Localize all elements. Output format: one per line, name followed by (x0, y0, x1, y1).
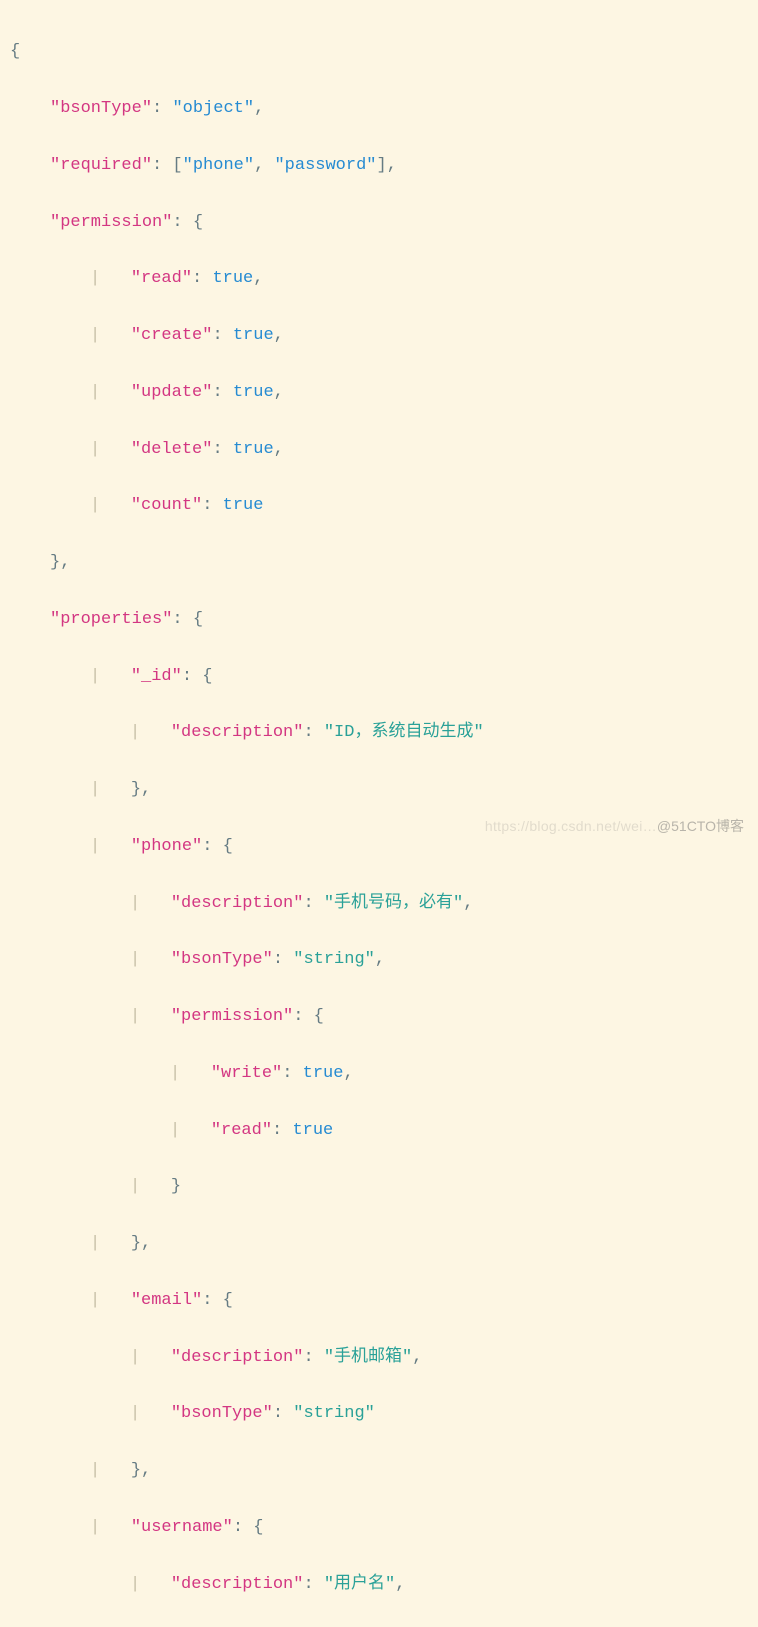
code-line: | "email": { (10, 1287, 748, 1315)
code-line: | "update": true, (10, 379, 748, 407)
code-line: | "username": { (10, 1514, 748, 1542)
code-line: | }, (10, 1457, 748, 1485)
code-line: "required": ["phone", "password"], (10, 152, 748, 180)
code-line: { (10, 38, 748, 66)
code-line: | "read": true (10, 1117, 748, 1145)
code-line: | "_id": { (10, 663, 748, 691)
code-line: | "description": "ID，系统自动生成" (10, 719, 748, 747)
code-line: | "read": true, (10, 265, 748, 293)
code-line: }, (10, 549, 748, 577)
code-line: | "delete": true, (10, 436, 748, 464)
code-line: | "description": "手机邮箱", (10, 1344, 748, 1372)
code-line: | "phone": { (10, 833, 748, 861)
code-line: "bsonType": "object", (10, 95, 748, 123)
code-line: | }, (10, 776, 748, 804)
code-line: | "bsonType": "string", (10, 946, 748, 974)
code-line: "properties": { (10, 606, 748, 634)
code-line: | "write": true, (10, 1060, 748, 1088)
code-block: { "bsonType": "object", "required": ["ph… (10, 10, 748, 1627)
code-line: "permission": { (10, 209, 748, 237)
code-line: | "create": true, (10, 322, 748, 350)
code-line: | "bsonType": "string" (10, 1400, 748, 1428)
code-line: | }, (10, 1230, 748, 1258)
code-line: | "description": "用户名", (10, 1571, 748, 1599)
code-line: | } (10, 1173, 748, 1201)
code-line: | "count": true (10, 492, 748, 520)
code-line: | "description": "手机号码，必有", (10, 890, 748, 918)
code-line: | "permission": { (10, 1003, 748, 1031)
